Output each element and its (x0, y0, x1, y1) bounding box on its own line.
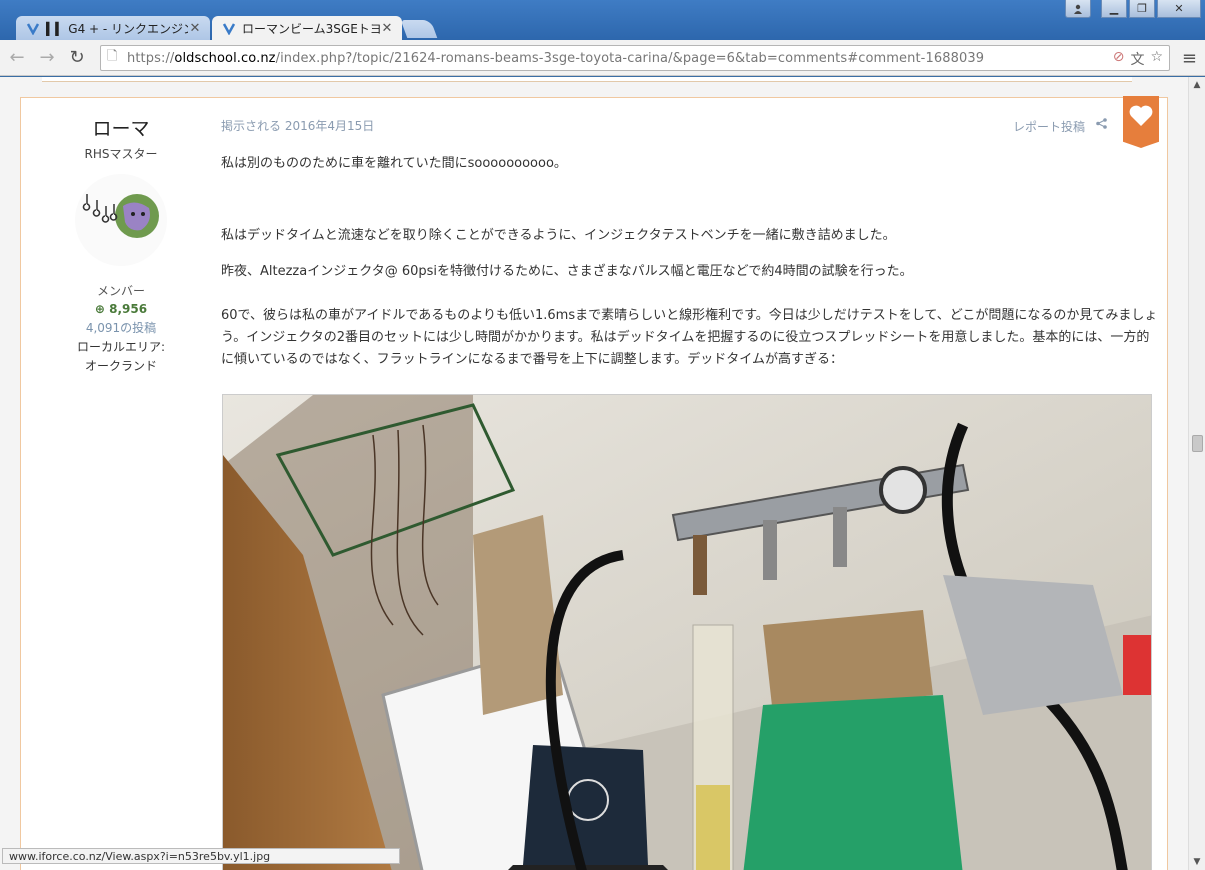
maximize-icon[interactable]: ❐ (1129, 0, 1155, 18)
url-text[interactable]: https://oldschool.co.nz/index.php?/topic… (127, 51, 984, 66)
tab-close-icon[interactable]: ✕ (380, 21, 394, 36)
plus-circle-icon: ⊕ (94, 302, 105, 316)
forum-post: ローマ RHSマスター メンバー ⊕ 8,956 4,091の投稿 ローカルエリ… (20, 96, 1168, 870)
tab-link-engine[interactable]: ▍▍ G4 + - リンクエンジン管 ✕ (16, 16, 210, 40)
site-favicon-icon (26, 23, 40, 35)
back-arrow-icon[interactable]: ← (4, 45, 30, 71)
window-close-icon[interactable]: ✕ (1157, 0, 1201, 18)
post-image-injector-test-bench[interactable] (222, 394, 1152, 870)
avatar[interactable] (75, 174, 167, 266)
tab-title: ローマンビーム3SGEトヨタカリ (242, 21, 380, 36)
author-panel: ローマ RHSマスター メンバー ⊕ 8,956 4,091の投稿 ローカルエリ… (21, 98, 221, 374)
reputation-badge: ⊕ 8,956 (94, 302, 148, 316)
new-tab-button[interactable] (400, 20, 438, 38)
address-bar[interactable]: 🗋 https://oldschool.co.nz/index.php?/top… (100, 45, 1170, 71)
share-icon[interactable] (1096, 118, 1107, 132)
like-heart-icon[interactable] (1123, 96, 1159, 148)
site-favicon-icon (222, 23, 236, 35)
author-post-count[interactable]: 4,091の投稿 (21, 319, 221, 336)
tab-romans-beams[interactable]: ローマンビーム3SGEトヨタカリ ✕ (212, 16, 402, 40)
status-bar-url: www.iforce.co.nz/View.aspx?i=n53re5bv.yl… (2, 848, 400, 864)
scroll-up-arrow-icon[interactable]: ▲ (1189, 77, 1205, 93)
tab-title: ▍▍ G4 + - リンクエンジン管 (46, 21, 188, 36)
window-controls: ▁ ❐ ✕ (1065, 0, 1201, 18)
page-icon: 🗋 (107, 49, 118, 64)
tab-strip: ▍▍ G4 + - リンクエンジン管 ✕ ローマンビーム3SGEトヨタカリ ✕ … (0, 0, 1205, 40)
cookie-blocked-icon[interactable]: ⊘ (1113, 49, 1125, 69)
bookmark-star-icon[interactable]: ☆ (1150, 49, 1163, 69)
author-name[interactable]: ローマ (21, 114, 221, 141)
post-date[interactable]: 掲示される 2016年4月15日 (221, 117, 374, 134)
page-viewport: ローマ RHSマスター メンバー ⊕ 8,956 4,091の投稿 ローカルエリ… (0, 77, 1188, 870)
scrollbar-thumb[interactable] (1192, 435, 1203, 452)
forward-arrow-icon[interactable]: → (34, 45, 60, 71)
minimize-icon[interactable]: ▁ (1101, 0, 1127, 18)
browser-toolbar: ← → ↻ 🗋 https://oldschool.co.nz/index.ph… (0, 40, 1205, 76)
post-paragraph: 60で、彼らは私の車がアイドルであるものよりも低い1.6msまで素晴らしいと線形… (221, 308, 1158, 367)
author-group: メンバー (96, 284, 145, 298)
post-paragraph: 私は別のもののために車を離れていた間にsoooooooooo。 (221, 156, 567, 171)
tab-close-icon[interactable]: ✕ (188, 21, 202, 36)
previous-post-edge (42, 77, 1132, 82)
location-label: ローカルエリア: (76, 340, 166, 354)
profile-icon[interactable] (1065, 0, 1091, 18)
author-title: RHSマスター (84, 147, 158, 161)
scroll-down-arrow-icon[interactable]: ▼ (1189, 854, 1205, 870)
post-paragraph: 昨夜、Altezzaインジェクタ@ 60psiを特徴付けるために、さまざまなパル… (221, 264, 913, 279)
post-paragraph: 私はデッドタイムと流速などを取り除くことができるように、インジェクタテストベンチ… (221, 228, 896, 243)
report-post-link[interactable]: レポート投稿 (1013, 118, 1085, 135)
vertical-scrollbar[interactable]: ▲ ▼ (1188, 77, 1205, 870)
location-value: オークランド (84, 359, 157, 373)
reload-icon[interactable]: ↻ (64, 45, 90, 71)
hamburger-menu-icon[interactable]: ≡ (1182, 48, 1197, 69)
translate-icon[interactable]: 文 (1130, 49, 1144, 69)
